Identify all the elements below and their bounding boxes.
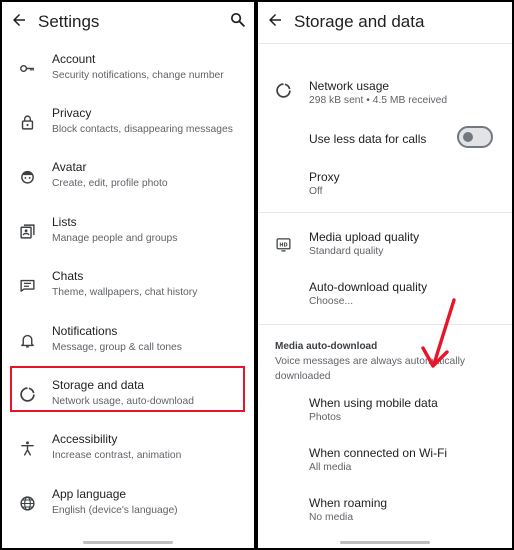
settings-item-title: Account bbox=[52, 52, 96, 66]
settings-item-subtitle: Message, group & call tones bbox=[52, 342, 182, 353]
less-data-calls-toggle[interactable] bbox=[457, 126, 493, 148]
proxy-item[interactable]: Proxy Off bbox=[258, 164, 512, 204]
settings-item-title: Avatar bbox=[52, 160, 87, 174]
settings-item-title: Lists bbox=[52, 215, 77, 229]
settings-item-subtitle: Create, edit, profile photo bbox=[52, 178, 168, 189]
settings-item-account[interactable]: Account Security notifications, change n… bbox=[2, 46, 254, 94]
auto-download-quality-item[interactable]: Auto-download quality Choose... bbox=[258, 274, 512, 314]
auto-download-quality-subtitle: Choose... bbox=[309, 296, 354, 307]
media-upload-quality-subtitle: Standard quality bbox=[309, 246, 384, 257]
network-usage-subtitle: 298 kB sent • 4.5 MB received bbox=[309, 95, 448, 106]
settings-item-subtitle: Theme, wallpapers, chat history bbox=[52, 287, 198, 298]
network-usage-title: Network usage bbox=[309, 79, 390, 93]
search-icon[interactable] bbox=[229, 11, 246, 28]
roaming-title: When roaming bbox=[309, 496, 388, 510]
settings-item-privacy[interactable]: Privacy Block contacts, disappearing mes… bbox=[2, 100, 254, 148]
mobile-data-item[interactable]: When using mobile data Photos bbox=[258, 390, 512, 430]
divider bbox=[258, 212, 512, 213]
settings-item-lists[interactable]: Lists Manage people and groups bbox=[2, 209, 254, 257]
storage-and-data-screen: Storage and data Network usage 298 kB se… bbox=[258, 2, 512, 548]
settings-item-notifications[interactable]: Notifications Message, group & call tone… bbox=[2, 318, 254, 366]
bell-icon bbox=[21, 334, 34, 348]
settings-item-subtitle: Manage people and groups bbox=[52, 233, 178, 244]
page-title: Settings bbox=[38, 12, 100, 31]
page-title: Storage and data bbox=[294, 12, 425, 31]
settings-item-title: Chats bbox=[52, 269, 84, 283]
settings-item-accessibility[interactable]: Accessibility Increase contrast, animati… bbox=[2, 426, 254, 474]
wifi-item[interactable]: When connected on Wi-Fi All media bbox=[258, 440, 512, 480]
toggle-knob bbox=[463, 132, 473, 142]
gesture-navigation-bar[interactable] bbox=[83, 541, 173, 544]
settings-item-avatar[interactable]: Avatar Create, edit, profile photo bbox=[2, 154, 254, 202]
lock-icon bbox=[21, 115, 34, 130]
svg-text:HD: HD bbox=[279, 242, 287, 248]
settings-item-title: Privacy bbox=[52, 106, 92, 120]
settings-item-subtitle: Increase contrast, animation bbox=[52, 450, 182, 461]
mobile-data-subtitle: Photos bbox=[309, 412, 342, 423]
hd-icon: HD bbox=[276, 238, 291, 252]
accessibility-icon bbox=[21, 441, 34, 456]
wifi-subtitle: All media bbox=[309, 462, 352, 473]
highlight-box bbox=[10, 366, 245, 412]
settings-app-bar: Settings bbox=[2, 2, 254, 42]
chat-icon bbox=[20, 279, 35, 292]
network-usage-item[interactable]: Network usage 298 kB sent • 4.5 MB recei… bbox=[258, 72, 512, 118]
back-arrow-icon[interactable] bbox=[266, 11, 284, 29]
divider bbox=[258, 43, 512, 44]
settings-item-subtitle: Block contacts, disappearing messages bbox=[52, 124, 233, 135]
less-data-calls-title: Use less data for calls bbox=[309, 132, 427, 146]
wifi-title: When connected on Wi-Fi bbox=[309, 446, 448, 460]
settings-item-title: Accessibility bbox=[52, 432, 118, 446]
settings-item-app-language[interactable]: App language English (device's language) bbox=[2, 481, 254, 529]
avatar-face-icon bbox=[21, 170, 34, 184]
auto-download-quality-title: Auto-download quality bbox=[309, 280, 428, 294]
proxy-title: Proxy bbox=[309, 170, 340, 184]
settings-screen: Settings Account Security notifications,… bbox=[2, 2, 254, 548]
roaming-subtitle: No media bbox=[309, 512, 354, 523]
mobile-data-title: When using mobile data bbox=[309, 396, 438, 410]
key-icon bbox=[20, 64, 34, 73]
proxy-subtitle: Off bbox=[309, 186, 323, 197]
media-auto-download-header: Media auto-download bbox=[275, 341, 378, 352]
back-arrow-icon[interactable] bbox=[10, 11, 28, 29]
divider bbox=[258, 324, 512, 325]
settings-item-subtitle: English (device's language) bbox=[52, 505, 178, 516]
gesture-navigation-bar[interactable] bbox=[340, 541, 430, 544]
settings-item-subtitle: Security notifications, change number bbox=[52, 70, 224, 81]
storage-app-bar: Storage and data bbox=[258, 2, 512, 42]
lists-icon bbox=[20, 224, 35, 239]
network-usage-icon bbox=[276, 83, 291, 98]
settings-item-title: Notifications bbox=[52, 324, 118, 338]
annotation-arrow-icon bbox=[421, 298, 456, 368]
settings-item-title: App language bbox=[52, 487, 127, 501]
media-upload-quality-item[interactable]: HD Media upload quality Standard quality bbox=[258, 224, 512, 264]
media-upload-quality-title: Media upload quality bbox=[309, 230, 420, 244]
roaming-item[interactable]: When roaming No media bbox=[258, 490, 512, 530]
settings-item-chats[interactable]: Chats Theme, wallpapers, chat history bbox=[2, 263, 254, 311]
globe-icon bbox=[20, 496, 35, 511]
